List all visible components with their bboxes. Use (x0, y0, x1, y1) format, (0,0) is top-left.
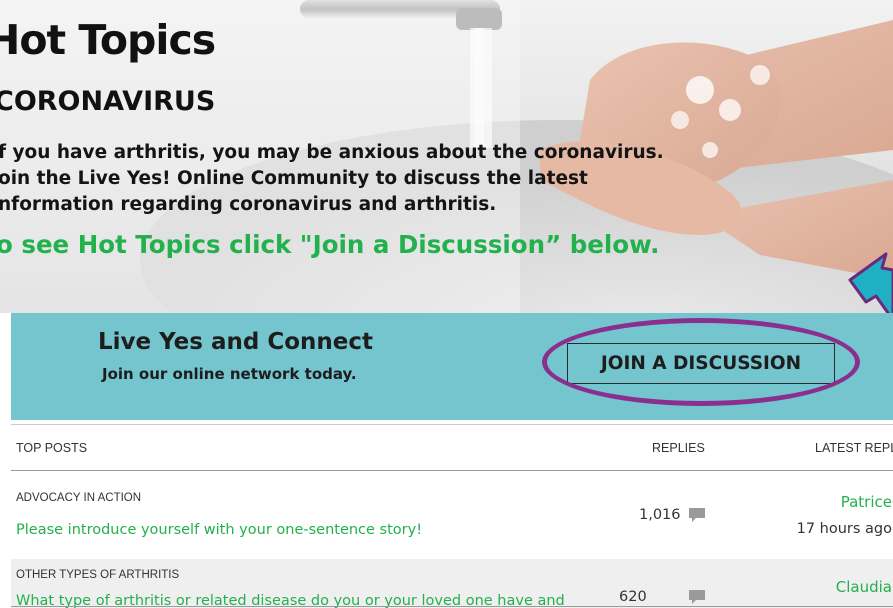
hero-body-line: f you have arthritis, you may be anxious… (0, 142, 664, 163)
latest-reply-time: 17 hours ago (796, 521, 892, 537)
divider (11, 606, 893, 607)
hero-subtitle: CORONAVIRUS (0, 86, 216, 117)
connect-title: Live Yes and Connect (98, 329, 374, 355)
page: Hot Topics CORONAVIRUS f you have arthri… (0, 0, 893, 608)
column-header-latest-reply: LATEST REPLY (815, 441, 893, 455)
hero-title: Hot Topics (0, 16, 216, 64)
post-category: OTHER TYPES OF ARTHRITIS (16, 569, 180, 581)
connect-subtitle: Join our online network today. (102, 365, 357, 383)
hero-body-line: oin the Live Yes! Online Community to di… (0, 168, 588, 189)
reply-count: 1,016 (639, 507, 681, 523)
arrow-pointer-icon (848, 252, 893, 313)
join-discussion-button[interactable]: JOIN A DISCUSSION (567, 343, 835, 384)
hero-body: f you have arthritis, you may be anxious… (0, 140, 664, 218)
column-header-replies: REPLIES (652, 441, 705, 455)
latest-reply-user-link[interactable]: Claudia (836, 578, 892, 596)
hero-banner: Hot Topics CORONAVIRUS f you have arthri… (0, 0, 893, 313)
hero-body-line: nformation regarding coronavirus and art… (0, 194, 497, 215)
divider (11, 424, 893, 425)
post-category: ADVOCACY IN ACTION (16, 492, 142, 504)
hero-cta-text: o see Hot Topics click "Join a Discussio… (0, 230, 660, 259)
table-row: ADVOCACY IN ACTION Please introduce your… (11, 471, 893, 559)
comment-bubble-icon (689, 590, 705, 604)
reply-count: 620 (619, 589, 647, 605)
post-topic-link[interactable]: Please introduce yourself with your one-… (16, 522, 422, 538)
connect-banner: Live Yes and Connect Join our online net… (11, 313, 893, 420)
comment-bubble-icon (689, 508, 705, 522)
column-header-top-posts: TOP POSTS (16, 441, 88, 455)
table-row: OTHER TYPES OF ARTHRITIS What type of ar… (11, 559, 893, 608)
latest-reply-user-link[interactable]: Patrice (841, 493, 892, 511)
